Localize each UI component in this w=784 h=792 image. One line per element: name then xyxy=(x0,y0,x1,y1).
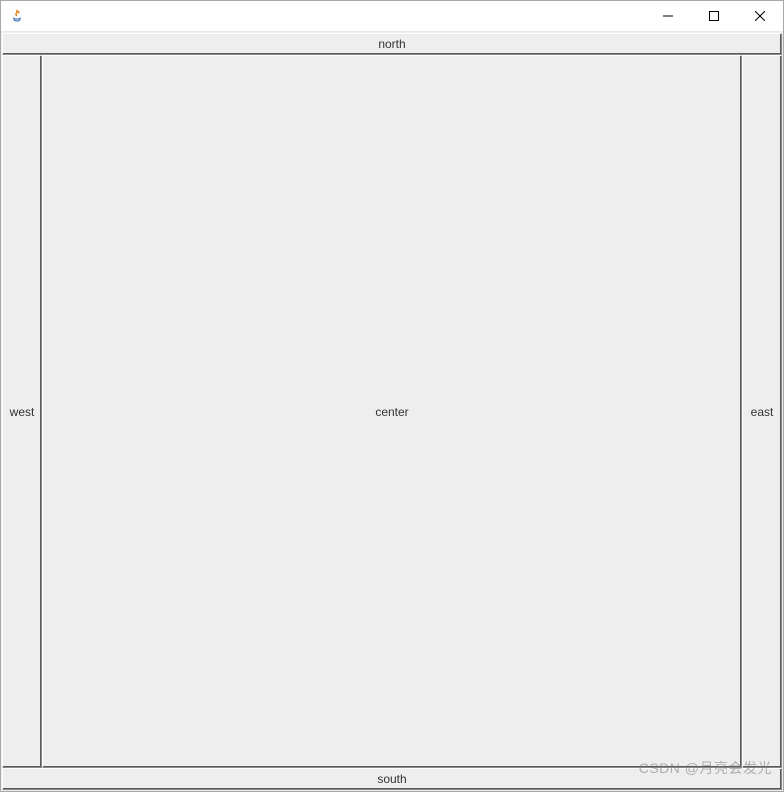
east-button[interactable]: east xyxy=(742,55,782,768)
window-frame: north west center east south xyxy=(0,0,784,792)
north-label: north xyxy=(378,37,405,51)
content-pane: north west center east south xyxy=(1,32,783,791)
java-icon xyxy=(9,8,25,24)
close-button[interactable] xyxy=(737,1,783,31)
north-button[interactable]: north xyxy=(2,33,782,55)
titlebar[interactable] xyxy=(1,1,783,32)
west-button[interactable]: west xyxy=(2,55,42,768)
center-label: center xyxy=(375,405,408,419)
south-button[interactable]: south xyxy=(2,768,782,790)
east-label: east xyxy=(751,405,774,419)
titlebar-left xyxy=(9,8,31,24)
west-label: west xyxy=(10,405,35,419)
maximize-button[interactable] xyxy=(691,1,737,31)
center-button[interactable]: center xyxy=(42,55,742,768)
window-controls xyxy=(645,1,783,31)
south-label: south xyxy=(377,772,406,786)
minimize-button[interactable] xyxy=(645,1,691,31)
middle-row: west center east xyxy=(2,55,782,768)
